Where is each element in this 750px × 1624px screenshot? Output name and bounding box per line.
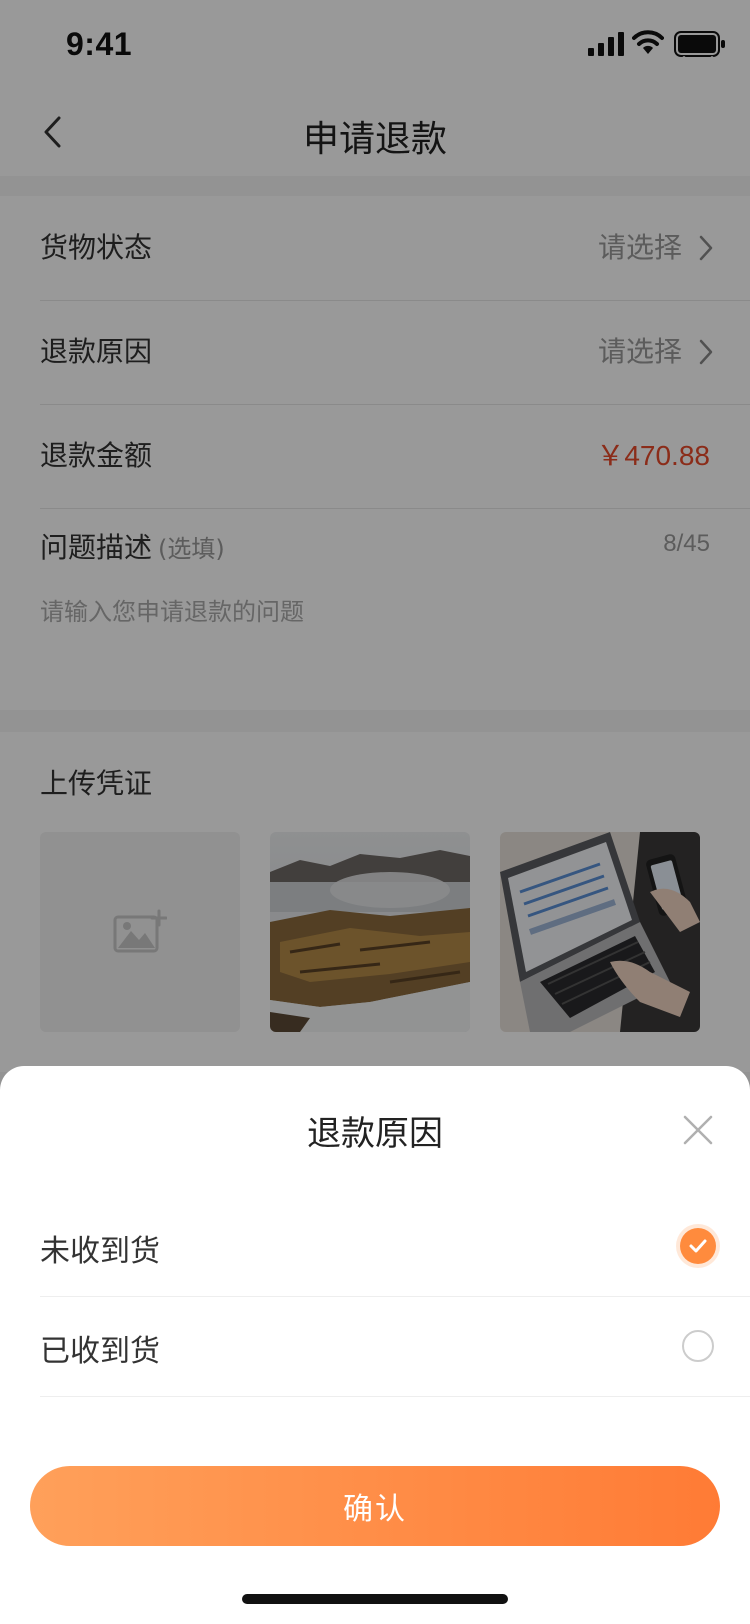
option-received[interactable]: 已收到货 bbox=[40, 1296, 750, 1397]
radio-checked-icon[interactable] bbox=[680, 1228, 716, 1264]
option-label: 已收到货 bbox=[40, 1334, 160, 1369]
sheet-title: 退款原因 bbox=[307, 1114, 443, 1154]
confirm-button[interactable]: 确认 bbox=[30, 1466, 720, 1546]
home-indicator bbox=[242, 1594, 508, 1604]
option-not-received[interactable]: 未收到货 bbox=[40, 1196, 750, 1297]
checkmark-icon bbox=[689, 1239, 707, 1253]
close-icon[interactable] bbox=[680, 1112, 716, 1148]
refund-page: 9:41 申请退款 货物状态 请选择 退款原因 请选择 退款金额 ￥470.88… bbox=[0, 0, 750, 1624]
option-label: 未收到货 bbox=[40, 1234, 160, 1269]
radio-unchecked-icon[interactable] bbox=[682, 1330, 714, 1362]
